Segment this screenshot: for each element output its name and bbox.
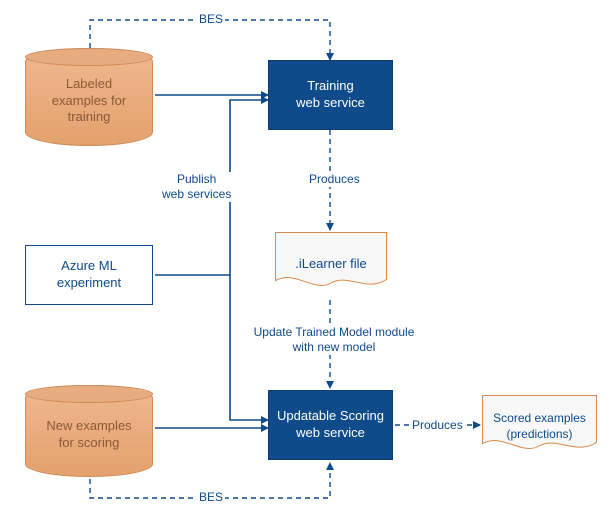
ilearner-label: .iLearner file bbox=[295, 250, 367, 273]
bes-label-top: BES bbox=[197, 12, 225, 27]
azure-ml-experiment: Azure ML experiment bbox=[25, 245, 153, 305]
new-examples-label: New examples for scoring bbox=[46, 410, 131, 452]
new-examples-datastore: New examples for scoring bbox=[25, 385, 153, 477]
azure-ml-label: Azure ML experiment bbox=[57, 258, 121, 292]
training-ws-label: Training web service bbox=[296, 78, 365, 112]
scoring-ws-label: Updatable Scoring web service bbox=[277, 408, 384, 442]
labeled-examples-datastore: Labeled examples for training bbox=[25, 48, 153, 146]
bes-label-bottom: BES bbox=[197, 490, 225, 505]
training-web-service: Training web service bbox=[268, 60, 393, 130]
scored-examples-file: Scored examples (predictions) bbox=[482, 395, 597, 453]
produces-label-right: Produces bbox=[410, 418, 465, 433]
labeled-examples-label: Labeled examples for training bbox=[52, 68, 126, 127]
publish-label: Publish web services bbox=[160, 172, 233, 202]
scoring-web-service: Updatable Scoring web service bbox=[268, 390, 393, 460]
ilearner-file: .iLearner file bbox=[275, 232, 387, 290]
update-model-label: Update Trained Model module with new mod… bbox=[242, 325, 426, 355]
produces-label-top: Produces bbox=[307, 172, 362, 187]
